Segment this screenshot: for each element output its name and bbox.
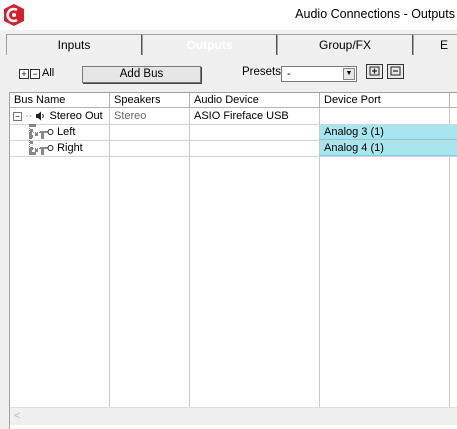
store-preset-icon[interactable]: [366, 64, 383, 79]
speaker-icon: [36, 111, 45, 121]
speakers-cell: [110, 125, 190, 140]
audio-device-cell[interactable]: ASIO Fireface USB: [190, 109, 320, 124]
table-row[interactable]: Right Analog 4 (1): [10, 141, 457, 157]
device-port-cell[interactable]: Analog 4 (1): [320, 141, 457, 156]
speakers-cell: Stereo: [114, 110, 147, 122]
column-header-audio-device[interactable]: Audio Device: [190, 93, 320, 108]
window-title: Audio Connections - Outputs: [295, 7, 455, 21]
bus-name-cell: − ·· Stereo Out: [10, 109, 110, 124]
column-header-device-port[interactable]: Device Port: [320, 93, 450, 108]
add-bus-button[interactable]: Add Bus: [82, 66, 201, 83]
channel-name: Right: [57, 142, 83, 154]
bus-name-cell: Left: [10, 125, 110, 140]
column-header-filler: [450, 93, 457, 108]
all-label: All: [42, 67, 55, 79]
tab-outputs[interactable]: Outputs: [142, 34, 277, 55]
bus-name: Stereo Out: [49, 110, 103, 122]
title-bar: Audio Connections - Outputs: [0, 0, 457, 30]
tree-connector: [29, 132, 44, 136]
connections-table: Bus Name Speakers Audio Device Device Po…: [9, 92, 457, 429]
tab-external-fx[interactable]: E: [413, 34, 457, 55]
toolbar: + − All Add Bus Presets - ▼: [0, 58, 457, 90]
presets-value: -: [287, 68, 291, 80]
scroll-left-icon[interactable]: <: [14, 410, 20, 422]
device-port-cell[interactable]: Analog 3 (1): [320, 125, 457, 140]
table-row[interactable]: − ·· Stereo Out Stereo ASIO Fireface USB: [10, 109, 457, 125]
remove-preset-icon[interactable]: [387, 64, 404, 79]
chevron-down-icon[interactable]: ▼: [343, 68, 355, 80]
tree-connector: [29, 148, 44, 152]
collapse-node-icon[interactable]: −: [13, 111, 22, 121]
presets-select[interactable]: - ▼: [281, 66, 357, 82]
column-header-bus-name[interactable]: Bus Name: [10, 93, 110, 108]
expand-all-icon[interactable]: +: [19, 69, 29, 79]
table-row[interactable]: Left Analog 3 (1): [10, 125, 457, 141]
bus-name-cell: Right: [10, 141, 110, 156]
tab-group-fx[interactable]: Group/FX: [277, 34, 413, 55]
tab-inputs[interactable]: Inputs: [6, 34, 142, 55]
audio-device-cell: [190, 125, 320, 140]
tab-bar: Inputs Outputs Group/FX E: [0, 33, 457, 55]
cubase-logo-icon: [4, 4, 24, 26]
channel-name: Left: [57, 126, 76, 138]
audio-device-cell: [190, 141, 320, 156]
presets-label: Presets: [242, 66, 281, 78]
column-header-speakers[interactable]: Speakers: [110, 93, 190, 108]
horizontal-scrollbar[interactable]: <: [10, 407, 457, 425]
collapse-all-icon[interactable]: −: [30, 69, 40, 79]
device-port-cell[interactable]: [320, 109, 450, 124]
speakers-cell: [110, 141, 190, 156]
